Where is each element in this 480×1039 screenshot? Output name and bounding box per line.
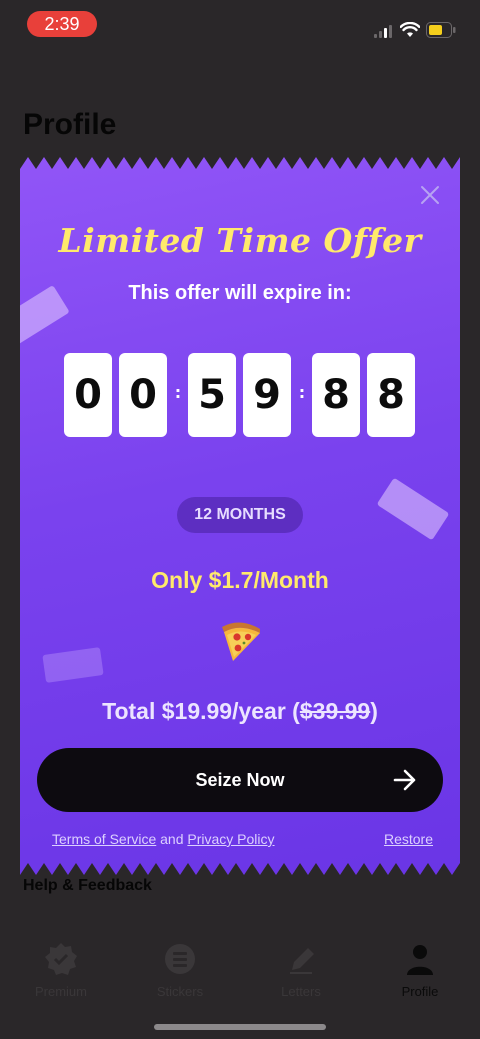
plan-duration-badge: 12 MONTHS <box>177 497 303 533</box>
bottom-nav: Premium Stickers Letters Profile <box>0 938 480 1008</box>
original-price: $39.99 <box>299 698 371 724</box>
nav-tab-premium[interactable]: Premium <box>16 938 106 999</box>
nav-label: Premium <box>34 984 87 999</box>
status-bar: 2:39 <box>0 0 480 48</box>
nav-label: Stickers <box>156 984 204 999</box>
help-feedback-heading[interactable]: Help & Feedback <box>23 877 152 895</box>
countdown-digit: 9 <box>243 353 291 437</box>
restore-link[interactable]: Restore <box>384 831 433 847</box>
offer-title: Limited Time Offer <box>58 221 422 260</box>
status-icons <box>374 20 458 40</box>
total-price: Total $19.99/year ($39.99) <box>20 698 460 725</box>
nav-tab-stickers[interactable]: Stickers <box>135 938 225 999</box>
ticket-decoration <box>376 477 450 541</box>
legal-links: Terms of Service and Privacy Policy <box>52 831 275 847</box>
battery-icon <box>426 22 456 38</box>
countdown-digit: 0 <box>64 353 112 437</box>
nav-tab-profile[interactable]: Profile <box>375 938 465 999</box>
pizza-icon <box>216 617 264 663</box>
close-button[interactable] <box>418 183 442 207</box>
monthly-price: Only $1.7/Month <box>151 567 329 593</box>
badge-check-icon <box>44 942 78 976</box>
status-time: 2:39 <box>27 11 97 37</box>
countdown-digit: 5 <box>188 353 236 437</box>
countdown-digit: 8 <box>312 353 360 437</box>
arrow-right-icon <box>393 769 416 791</box>
nav-label: Profile <box>401 984 439 999</box>
pen-icon <box>284 942 318 976</box>
nav-label: Letters <box>281 984 321 999</box>
total-price-close: ) <box>370 698 378 724</box>
nav-tab-letters[interactable]: Letters <box>256 938 346 999</box>
countdown-digit: 8 <box>367 353 415 437</box>
countdown-digit: 0 <box>119 353 167 437</box>
home-indicator <box>154 1024 326 1030</box>
signal-icon <box>374 25 392 38</box>
terms-of-service-link[interactable]: Terms of Service <box>52 831 156 847</box>
countdown-timer: 0 0 : 5 9 : 8 8 <box>64 353 416 437</box>
legal-and-text: and <box>156 831 188 847</box>
page-title: Profile <box>23 108 117 141</box>
close-icon <box>421 186 439 204</box>
seize-now-label: Seize Now <box>195 770 285 790</box>
seize-now-button[interactable]: Seize Now <box>37 748 443 812</box>
countdown-separator: : <box>174 383 182 402</box>
wifi-icon <box>400 22 420 37</box>
offer-subtitle: This offer will expire in: <box>128 282 352 304</box>
ticket-decoration <box>42 647 104 683</box>
countdown-separator: : <box>298 383 306 402</box>
offer-modal: Limited Time Offer This offer will expir… <box>20 157 460 875</box>
total-price-text: Total $19.99/year ( <box>102 698 300 724</box>
sticker-icon <box>163 942 197 976</box>
person-icon <box>403 942 437 976</box>
privacy-policy-link[interactable]: Privacy Policy <box>187 831 274 847</box>
